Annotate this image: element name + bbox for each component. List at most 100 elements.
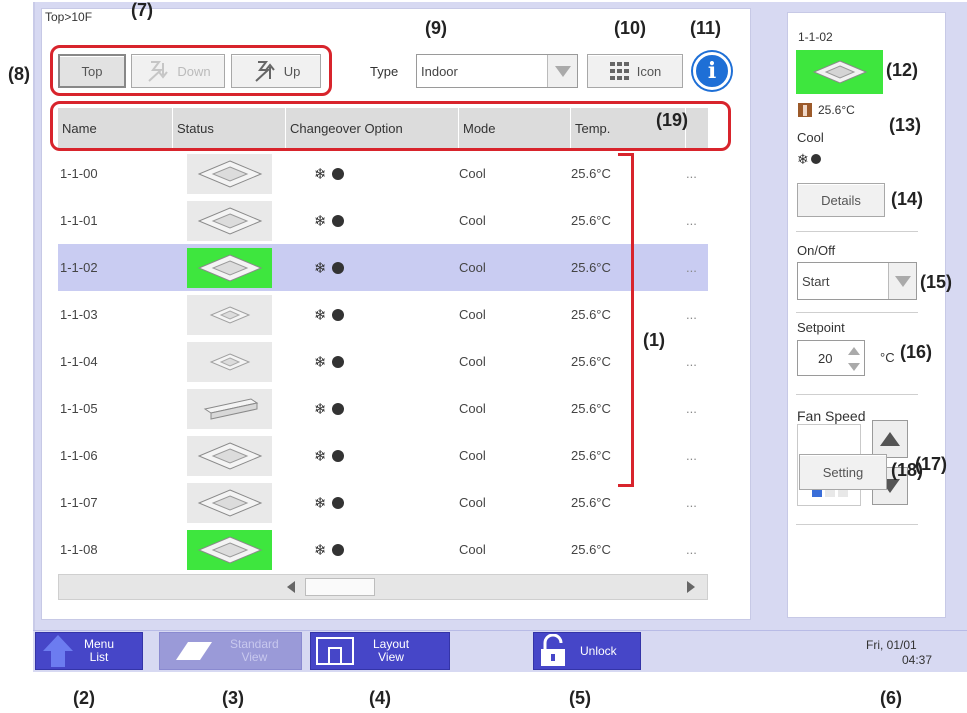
chevron-down-icon[interactable] bbox=[888, 263, 916, 299]
info-icon[interactable]: i bbox=[693, 52, 731, 90]
row-mode: Cool bbox=[459, 307, 486, 322]
unlock-button[interactable]: Unlock bbox=[533, 632, 641, 670]
cassette-unit-icon bbox=[187, 435, 272, 476]
standard-view-button[interactable]: Standard View bbox=[159, 632, 302, 670]
table-row[interactable]: 1-1-07 ❄ Cool 25.6°C... bbox=[58, 479, 708, 526]
callout-13: (13) bbox=[889, 115, 922, 135]
onoff-select[interactable]: Start bbox=[797, 262, 917, 300]
cassette-unit-icon bbox=[187, 247, 272, 288]
setpoint-label: Setpoint bbox=[797, 320, 845, 335]
icon-view-label: Icon bbox=[636, 63, 662, 79]
row-name: 1-1-08 bbox=[60, 542, 98, 557]
callout-4: (4) bbox=[369, 688, 391, 708]
breadcrumb[interactable]: Top>10F bbox=[45, 10, 92, 24]
side-unit-name: 1-1-02 bbox=[798, 30, 833, 44]
table-row[interactable]: 1-1-03 ❄ Cool 25.6°C... bbox=[58, 291, 708, 338]
scroll-right-icon[interactable] bbox=[681, 578, 701, 596]
row-status bbox=[173, 150, 286, 197]
row-name: 1-1-07 bbox=[60, 495, 98, 510]
row-status bbox=[173, 526, 286, 573]
details-button[interactable]: Details bbox=[797, 183, 885, 217]
changeover-icon: ❄ bbox=[797, 152, 821, 168]
table-row[interactable]: 1-1-00 ❄ Cool 25.6°C... bbox=[58, 150, 708, 197]
changeover-icon: ❄ bbox=[314, 306, 344, 324]
row-mode: Cool bbox=[459, 166, 486, 181]
row-changeover: ❄ bbox=[286, 479, 459, 526]
fan-speed-label: Fan Speed bbox=[797, 408, 866, 424]
cassette-unit-icon bbox=[187, 529, 272, 570]
callout-10: (10) bbox=[614, 18, 647, 38]
svg-text:❄: ❄ bbox=[314, 447, 327, 465]
row-changeover: ❄ bbox=[286, 150, 459, 197]
icon-view-button[interactable]: Icon bbox=[587, 54, 683, 88]
horizontal-scrollbar[interactable] bbox=[58, 574, 708, 600]
type-select[interactable]: Indoor bbox=[416, 54, 578, 88]
row-status bbox=[173, 479, 286, 526]
svg-text:❄: ❄ bbox=[797, 152, 809, 168]
callout-15: (15) bbox=[920, 272, 953, 292]
row-more: ... bbox=[686, 354, 697, 369]
side-divider bbox=[796, 312, 918, 313]
setting-button[interactable]: Setting bbox=[799, 454, 887, 490]
onoff-select-value: Start bbox=[802, 273, 830, 289]
arrow-up-icon bbox=[43, 635, 73, 667]
row-changeover: ❄ bbox=[286, 244, 459, 291]
fan-speed-up-button[interactable] bbox=[872, 420, 908, 458]
scroll-thumb[interactable] bbox=[305, 578, 375, 596]
table-row[interactable]: 1-1-01 ❄ Cool 25.6°C... bbox=[58, 197, 708, 244]
callout-7: (7) bbox=[131, 0, 153, 20]
menu-list-label: Menu List bbox=[84, 637, 115, 664]
svg-text:❄: ❄ bbox=[314, 353, 327, 371]
table-row[interactable]: 1-1-05 ❄ Cool 25.6°C... bbox=[58, 385, 708, 432]
table-row[interactable]: 1-1-02 ❄ Cool 25.6°C... bbox=[58, 244, 708, 291]
callout-5: (5) bbox=[569, 688, 591, 708]
row-more: ... bbox=[686, 542, 697, 557]
row-mode: Cool bbox=[459, 354, 486, 369]
row-changeover: ❄ bbox=[286, 197, 459, 244]
scroll-left-icon[interactable] bbox=[281, 578, 301, 596]
side-status-icon bbox=[796, 50, 883, 94]
row-changeover: ❄ bbox=[286, 385, 459, 432]
date-display: Fri, 01/01 bbox=[866, 638, 917, 652]
setpoint-stepper[interactable]: 20 bbox=[797, 340, 865, 376]
setpoint-value[interactable]: 20 bbox=[818, 351, 832, 366]
row-more: ... bbox=[686, 448, 697, 463]
layout-view-button[interactable]: Layout View bbox=[310, 632, 450, 670]
cassette-unit-icon bbox=[812, 60, 867, 84]
callout-1: (1) bbox=[643, 330, 665, 350]
row-more: ... bbox=[686, 260, 697, 275]
onoff-label: On/Off bbox=[797, 243, 836, 258]
row-more: ... bbox=[686, 166, 697, 181]
menu-list-button[interactable]: Menu List bbox=[35, 632, 143, 670]
table-body: 1-1-00 ❄ Cool 25.6°C... 1-1-01 ❄ Cool 25.6°C...… bbox=[58, 150, 708, 573]
row-changeover: ❄ bbox=[286, 432, 459, 479]
callout-6: (6) bbox=[880, 688, 902, 708]
row-status bbox=[173, 291, 286, 338]
small-cassette-unit-icon bbox=[187, 294, 272, 335]
table-row[interactable]: 1-1-04 ❄ Cool 25.6°C... bbox=[58, 338, 708, 385]
row-name: 1-1-00 bbox=[60, 166, 98, 181]
row-mode: Cool bbox=[459, 401, 486, 416]
callout-11: (11) bbox=[690, 18, 722, 38]
annotation-box-toolbar bbox=[50, 45, 332, 96]
ceiling-suspended-unit-icon bbox=[187, 388, 272, 429]
stepper-up-icon[interactable] bbox=[845, 343, 863, 358]
chevron-down-icon[interactable] bbox=[547, 55, 577, 87]
table-row[interactable]: 1-1-08 ❄ Cool 25.6°C... bbox=[58, 526, 708, 573]
changeover-icon: ❄ bbox=[314, 165, 344, 183]
stepper-down-icon[interactable] bbox=[845, 359, 863, 374]
svg-text:❄: ❄ bbox=[314, 306, 327, 324]
callout-12: (12) bbox=[886, 60, 919, 80]
table-row[interactable]: 1-1-06 ❄ Cool 25.6°C... bbox=[58, 432, 708, 479]
changeover-icon: ❄ bbox=[314, 447, 344, 465]
row-mode: Cool bbox=[459, 213, 486, 228]
row-changeover: ❄ bbox=[286, 338, 459, 385]
annotation-box-header bbox=[50, 101, 731, 151]
type-select-value: Indoor bbox=[421, 63, 458, 79]
changeover-icon: ❄ bbox=[314, 400, 344, 418]
row-mode: Cool bbox=[459, 260, 486, 275]
layout-view-label: Layout View bbox=[373, 637, 410, 664]
changeover-icon: ❄ bbox=[314, 353, 344, 371]
callout-18: (18) bbox=[891, 460, 924, 480]
side-mode: Cool bbox=[797, 130, 824, 145]
